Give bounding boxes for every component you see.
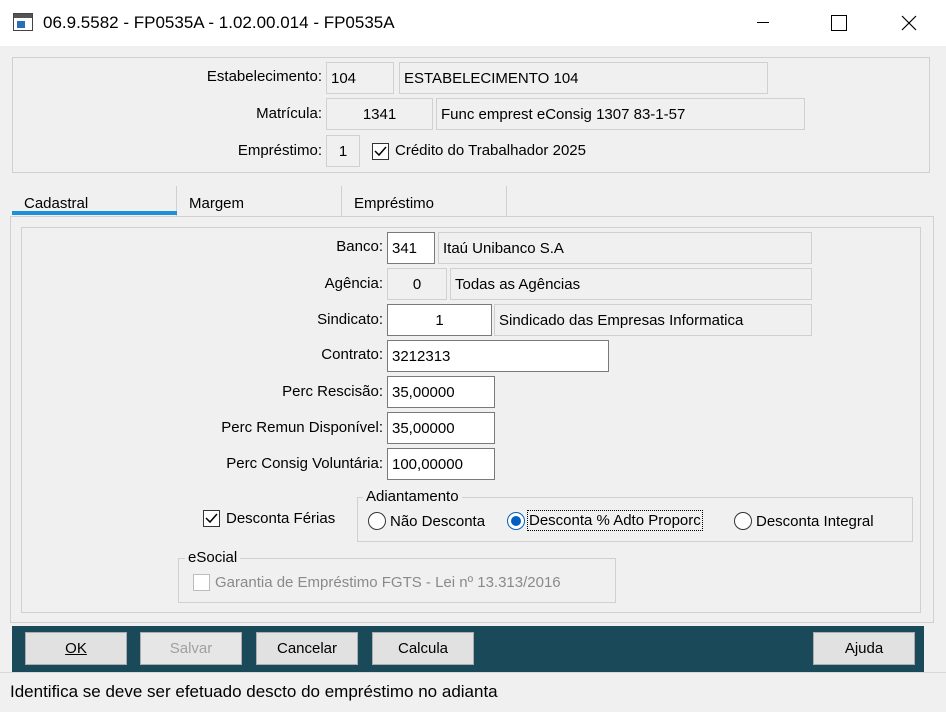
perc-consig-label: Perc Consig Voluntária: (226, 455, 383, 472)
matricula-code-field[interactable]: 1341 (326, 98, 433, 130)
agencia-name-field: Todas as Agências (450, 268, 812, 300)
status-text: Identifica se deve ser efetuado descto d… (10, 682, 498, 701)
active-tab-indicator (12, 211, 177, 215)
maximize-icon (831, 15, 847, 31)
garantia-emprestimo-checkbox[interactable] (193, 574, 210, 591)
esocial-legend: eSocial (185, 549, 241, 566)
application-window-icon[interactable] (13, 13, 33, 31)
banco-code-field[interactable]: 341 (387, 232, 435, 264)
sindicato-code-field[interactable]: 1 (387, 304, 492, 336)
matricula-label: Matrícula: (256, 105, 322, 122)
perc-rescisao-field[interactable]: 35,00000 (387, 376, 495, 408)
desconta-ferias-label: Desconta Férias (226, 510, 336, 527)
tab-divider (341, 186, 342, 216)
emprestimo-label: Empréstimo: (237, 142, 322, 159)
calcula-button-label: Calcula (397, 640, 449, 657)
agencia-label: Agência: (324, 275, 383, 292)
estabelecimento-label: Estabelecimento: (206, 68, 322, 85)
ok-button-label: OK (65, 640, 87, 657)
salvar-button[interactable]: Salvar (140, 632, 242, 665)
sindicato-name-field: Sindicado das Empresas Informatica (494, 304, 812, 336)
contrato-field[interactable]: 3212313 (387, 340, 609, 372)
minimize-icon (757, 22, 769, 23)
cancelar-button-label: Cancelar (276, 640, 338, 657)
perc-remun-label: Perc Remun Disponível: (221, 419, 383, 436)
estabelecimento-code-field: 104 (326, 62, 394, 94)
calcula-button[interactable]: Calcula (372, 632, 474, 665)
emprestimo-code-field[interactable]: 1 (326, 135, 360, 167)
garantia-emprestimo-label: Garantia de Empréstimo FGTS - Lei nº 13.… (215, 574, 561, 591)
close-button[interactable] (886, 0, 932, 46)
perc-remun-field[interactable]: 35,00000 (387, 412, 495, 444)
credito-trabalhador-checkbox[interactable] (372, 143, 389, 160)
credito-trabalhador-label: Crédito do Trabalhador 2025 (395, 142, 586, 159)
radio-desconta-integral-label: Desconta Integral (756, 513, 874, 530)
banco-label: Banco: (336, 238, 383, 255)
tab-emprestimo[interactable]: Empréstimo (354, 188, 504, 218)
radio-nao-desconta-label: Não Desconta (390, 513, 486, 530)
window-title: 06.9.5582 - FP0535A - 1.02.00.014 - FP05… (43, 13, 395, 32)
minimize-button[interactable] (740, 0, 786, 46)
cancelar-button[interactable]: Cancelar (256, 632, 358, 665)
close-icon (901, 15, 917, 31)
checkmark-icon (205, 513, 218, 524)
adiantamento-legend: Adiantamento (363, 488, 462, 505)
radio-desconta-adto-proporc[interactable] (507, 512, 525, 530)
ok-button[interactable]: OK (25, 632, 127, 665)
desconta-ferias-checkbox[interactable] (203, 510, 220, 527)
maximize-button[interactable] (816, 0, 862, 46)
banco-name-field: Itaú Unibanco S.A (438, 232, 812, 264)
salvar-button-label: Salvar (169, 640, 213, 657)
contrato-label: Contrato: (321, 346, 383, 363)
perc-consig-field[interactable]: 100,00000 (387, 448, 495, 480)
radio-desconta-adto-proporc-label: Desconta % Adto Proporc (527, 510, 703, 531)
tab-divider (506, 186, 507, 216)
matricula-name-field: Func emprest eConsig 1307 83-1-57 (436, 98, 805, 130)
sindicato-label: Sindicato: (317, 311, 383, 328)
checkmark-icon (374, 146, 387, 157)
radio-nao-desconta[interactable] (368, 512, 386, 530)
estabelecimento-name-field: ESTABELECIMENTO 104 (399, 62, 768, 94)
ajuda-button-label: Ajuda (844, 640, 884, 657)
perc-rescisao-label: Perc Rescisão: (282, 383, 383, 400)
radio-desconta-integral[interactable] (734, 512, 752, 530)
ajuda-button[interactable]: Ajuda (813, 632, 915, 665)
tab-margem[interactable]: Margem (189, 188, 339, 218)
agencia-code-field[interactable]: 0 (387, 268, 447, 300)
